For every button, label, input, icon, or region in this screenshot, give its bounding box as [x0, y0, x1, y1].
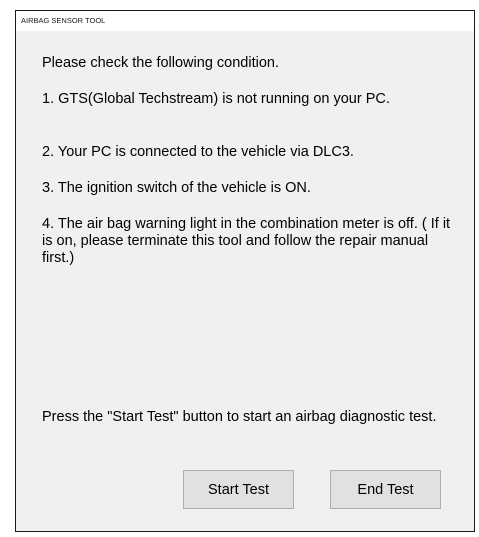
window-title: AIRBAG SENSOR TOOL — [21, 16, 106, 25]
start-test-button[interactable]: Start Test — [183, 470, 294, 509]
start-test-prompt: Press the "Start Test" button to start a… — [42, 409, 437, 425]
condition-4: 4. The air bag warning light in the comb… — [42, 216, 451, 266]
airbag-tool-window: AIRBAG SENSOR TOOL Please check the foll… — [15, 10, 475, 532]
end-test-button[interactable]: End Test — [330, 470, 441, 509]
title-bar: AIRBAG SENSOR TOOL — [16, 11, 474, 31]
condition-3: 3. The ignition switch of the vehicle is… — [42, 180, 311, 196]
intro-text: Please check the following condition. — [42, 55, 279, 71]
condition-1: 1. GTS(Global Techstream) is not running… — [42, 91, 390, 107]
condition-2: 2. Your PC is connected to the vehicle v… — [42, 144, 354, 160]
